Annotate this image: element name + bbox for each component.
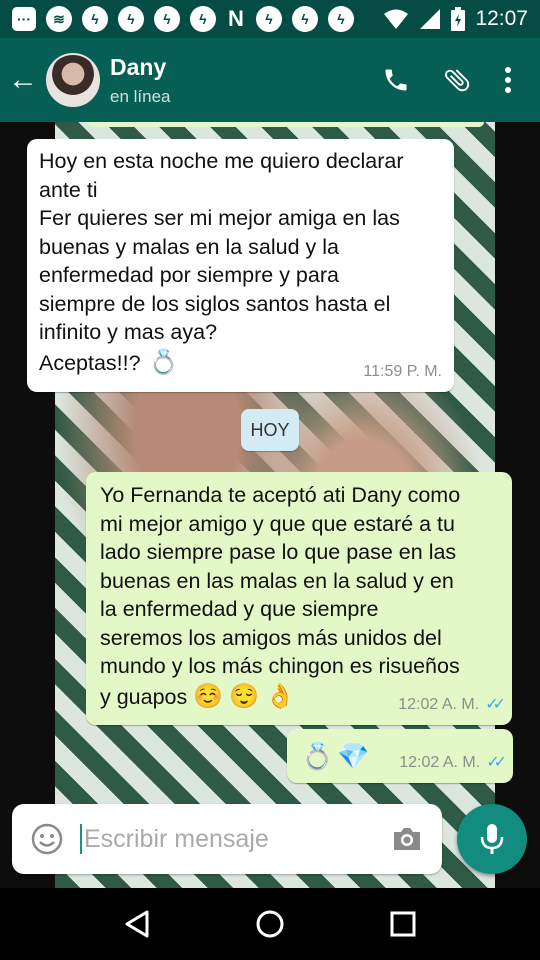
message-text-last-line: Aceptas!!? [39, 350, 141, 375]
attach-button[interactable] [442, 65, 472, 95]
message-time: 12:02 A. M. [398, 695, 480, 713]
message-time: 12:02 A. M. [399, 753, 481, 771]
status-time: 12:07 [475, 7, 528, 30]
contact-status: en línea [110, 86, 171, 106]
nav-home-button[interactable] [250, 904, 290, 944]
messenger-icon: ϟ [190, 6, 216, 32]
ring-emoji: 💍 [148, 348, 179, 376]
microphone-icon [480, 824, 504, 854]
home-circle-icon [256, 910, 284, 938]
call-button[interactable] [382, 66, 410, 94]
messenger-icon: ϟ [118, 6, 144, 32]
contact-name: Dany [110, 53, 167, 80]
incoming-message[interactable]: Hoy en esta noche me quiero declarar ant… [27, 139, 454, 392]
avatar[interactable] [46, 53, 100, 107]
messages-icon: ··· [12, 7, 36, 31]
smiling-face-emoji: ☺️ [193, 682, 224, 710]
back-arrow-icon[interactable]: ← [0, 63, 46, 97]
message-input[interactable] [84, 824, 374, 854]
message-composer [12, 804, 442, 874]
messenger-icon: ϟ [82, 6, 108, 32]
read-receipt-icon: ✓✓ [485, 695, 506, 713]
date-chip: HOY [241, 409, 299, 451]
messenger-icon: ϟ [256, 6, 282, 32]
phone-icon [385, 69, 407, 91]
notification-icons: ··· ≋ ϟ ϟ ϟ ϟ N ϟ ϟ ϟ [12, 6, 354, 32]
voice-message-button[interactable] [457, 804, 527, 874]
system-nav-bar [0, 888, 540, 960]
wifi-icon [384, 9, 409, 29]
outgoing-message[interactable]: Yo Fernanda te aceptó ati Dany como mi m… [86, 472, 512, 725]
contact-info[interactable]: Dany en línea [110, 54, 171, 107]
gem-emoji: 💎 [337, 740, 370, 771]
header-actions [382, 65, 540, 95]
messenger-icon: ϟ [292, 6, 318, 32]
read-receipt-icon: ✓✓ [486, 753, 507, 771]
text-caret [80, 824, 82, 854]
more-options-button[interactable] [504, 66, 512, 94]
paperclip-icon [444, 69, 470, 92]
more-vert-icon [505, 67, 511, 93]
battery-icon [451, 7, 466, 31]
relieved-face-emoji: 😌 [229, 682, 260, 710]
previous-message-edge [88, 122, 484, 127]
back-triangle-icon [125, 910, 149, 938]
message-time: 11:59 P. M. [363, 362, 442, 380]
emoji-icon[interactable] [30, 822, 64, 856]
recents-square-icon [390, 911, 416, 937]
message-text: Yo Fernanda te aceptó ati Dany como mi m… [100, 483, 461, 678]
n-app-icon: N [228, 6, 244, 31]
message-text: Hoy en esta noche me quiero declarar ant… [39, 149, 404, 344]
camera-icon[interactable] [390, 822, 424, 856]
status-bar: ··· ≋ ϟ ϟ ϟ ϟ N ϟ ϟ ϟ 12:07 [0, 0, 540, 38]
nav-recents-button[interactable] [383, 904, 423, 944]
messenger-icon: ϟ [154, 6, 180, 32]
messenger-icon: ϟ [328, 6, 354, 32]
signal-icon [420, 9, 441, 29]
outgoing-message[interactable]: 💍 💎 12:02 A. M. ✓✓ [287, 729, 513, 783]
ring-emoji: 💍 [301, 740, 334, 771]
system-indicators: 12:07 [383, 7, 528, 31]
message-text-last-line: y guapos [100, 684, 188, 709]
spotify-icon: ≋ [46, 6, 72, 32]
chat-header: ← Dany en línea [0, 38, 540, 122]
ok-hand-emoji: 👌 [265, 682, 295, 710]
nav-back-button[interactable] [117, 904, 157, 944]
